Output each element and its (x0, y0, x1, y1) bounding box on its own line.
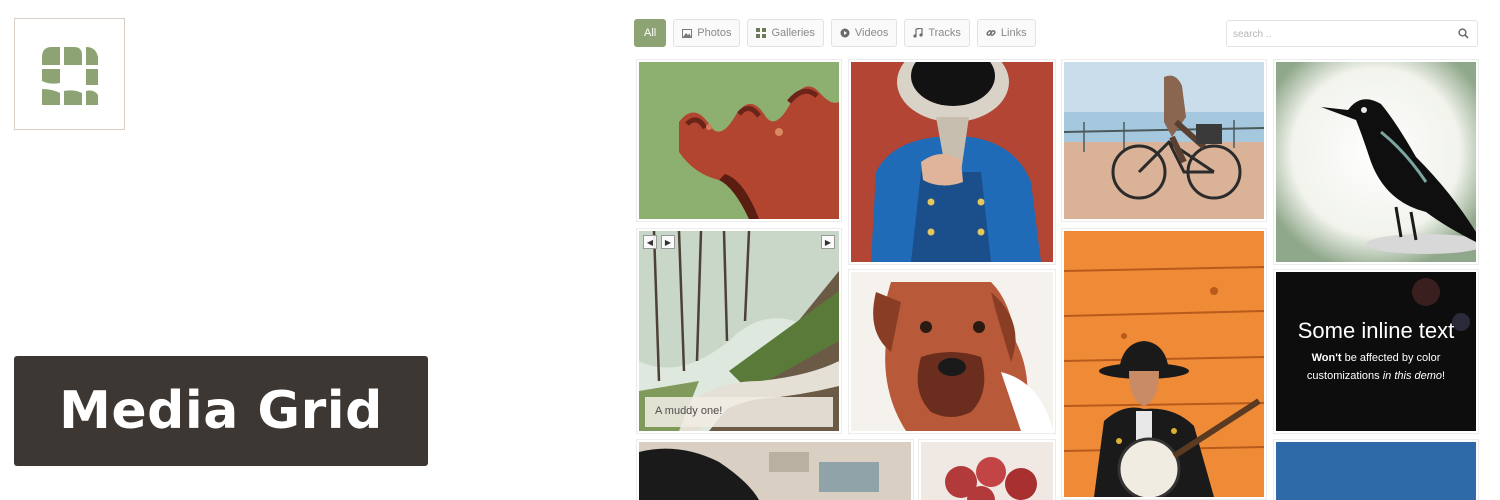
blurred-photo-image (639, 442, 911, 500)
inline-text-title: Some inline text (1297, 318, 1455, 343)
grid-item-blue[interactable] (1273, 439, 1479, 500)
inline-italic-text: in this demo (1382, 370, 1443, 382)
grid-item-trumpet[interactable] (848, 59, 1056, 265)
filter-links-button[interactable]: Links (976, 19, 1036, 47)
galleries-icon (756, 28, 767, 38)
filter-label: Tracks (928, 27, 961, 39)
filter-photos-button[interactable]: Photos (673, 19, 741, 47)
gallery-prev-button[interactable]: ◀ (643, 235, 657, 249)
link-icon (986, 30, 996, 36)
music-note-icon (913, 28, 923, 38)
inline-end-text: ! (1442, 370, 1446, 382)
filter-videos-button[interactable]: Videos (830, 19, 898, 47)
filter-label: All (644, 27, 657, 39)
search-icon[interactable] (1458, 28, 1469, 39)
filter-label: Galleries (771, 27, 815, 39)
grid-item-inline-text[interactable]: Some inline text Won't be affected by co… (1273, 269, 1479, 434)
filter-label: Photos (697, 27, 732, 39)
grid-item-raspberries[interactable] (918, 439, 1056, 500)
gallery-next-button[interactable]: ▶ (661, 235, 675, 249)
grid-item-gallery[interactable]: ◀ ▶ ▶ A muddy one! (636, 228, 842, 434)
banjo-player-image (1064, 231, 1264, 497)
search-input[interactable] (1233, 25, 1443, 43)
cyclist-image (1064, 62, 1264, 219)
filter-label: Videos (854, 27, 889, 39)
filter-toolbar: All Photos Galleries Videos Tracks Links (634, 19, 1036, 47)
grid-item-cyclist[interactable] (1061, 59, 1267, 222)
search-box (1226, 20, 1478, 47)
crown-sculpture-image (639, 62, 839, 219)
grid-logo-icon (42, 47, 98, 105)
logo-box (14, 18, 125, 130)
grid-item-dog[interactable] (848, 269, 1056, 434)
product-title: Media Grid (59, 381, 383, 441)
inline-bold-text: Won't (1311, 352, 1342, 364)
grid-item-blurred[interactable] (636, 439, 914, 500)
title-plate: Media Grid (14, 356, 428, 466)
filter-tracks-button[interactable]: Tracks (904, 19, 970, 47)
filter-galleries-button[interactable]: Galleries (747, 19, 824, 47)
blackbird-image (1276, 62, 1476, 262)
photo-icon (682, 28, 693, 38)
inline-text-body: Won't be affected by color customization… (1276, 349, 1476, 385)
gallery-slideshow-button[interactable]: ▶ (821, 235, 835, 249)
play-icon (840, 28, 850, 38)
trumpet-player-image (851, 62, 1053, 262)
grid-item-banjo[interactable] (1061, 228, 1267, 500)
boxer-dog-image (851, 272, 1053, 431)
raspberries-image (921, 442, 1053, 500)
gallery-caption: A muddy one! (645, 397, 833, 427)
filter-label: Links (1000, 27, 1027, 39)
grid-item-blackbird[interactable] (1273, 59, 1479, 265)
grid-item-crown[interactable] (636, 59, 842, 222)
blue-tile-fill (1276, 442, 1476, 500)
filter-all-button[interactable]: All (634, 19, 667, 47)
